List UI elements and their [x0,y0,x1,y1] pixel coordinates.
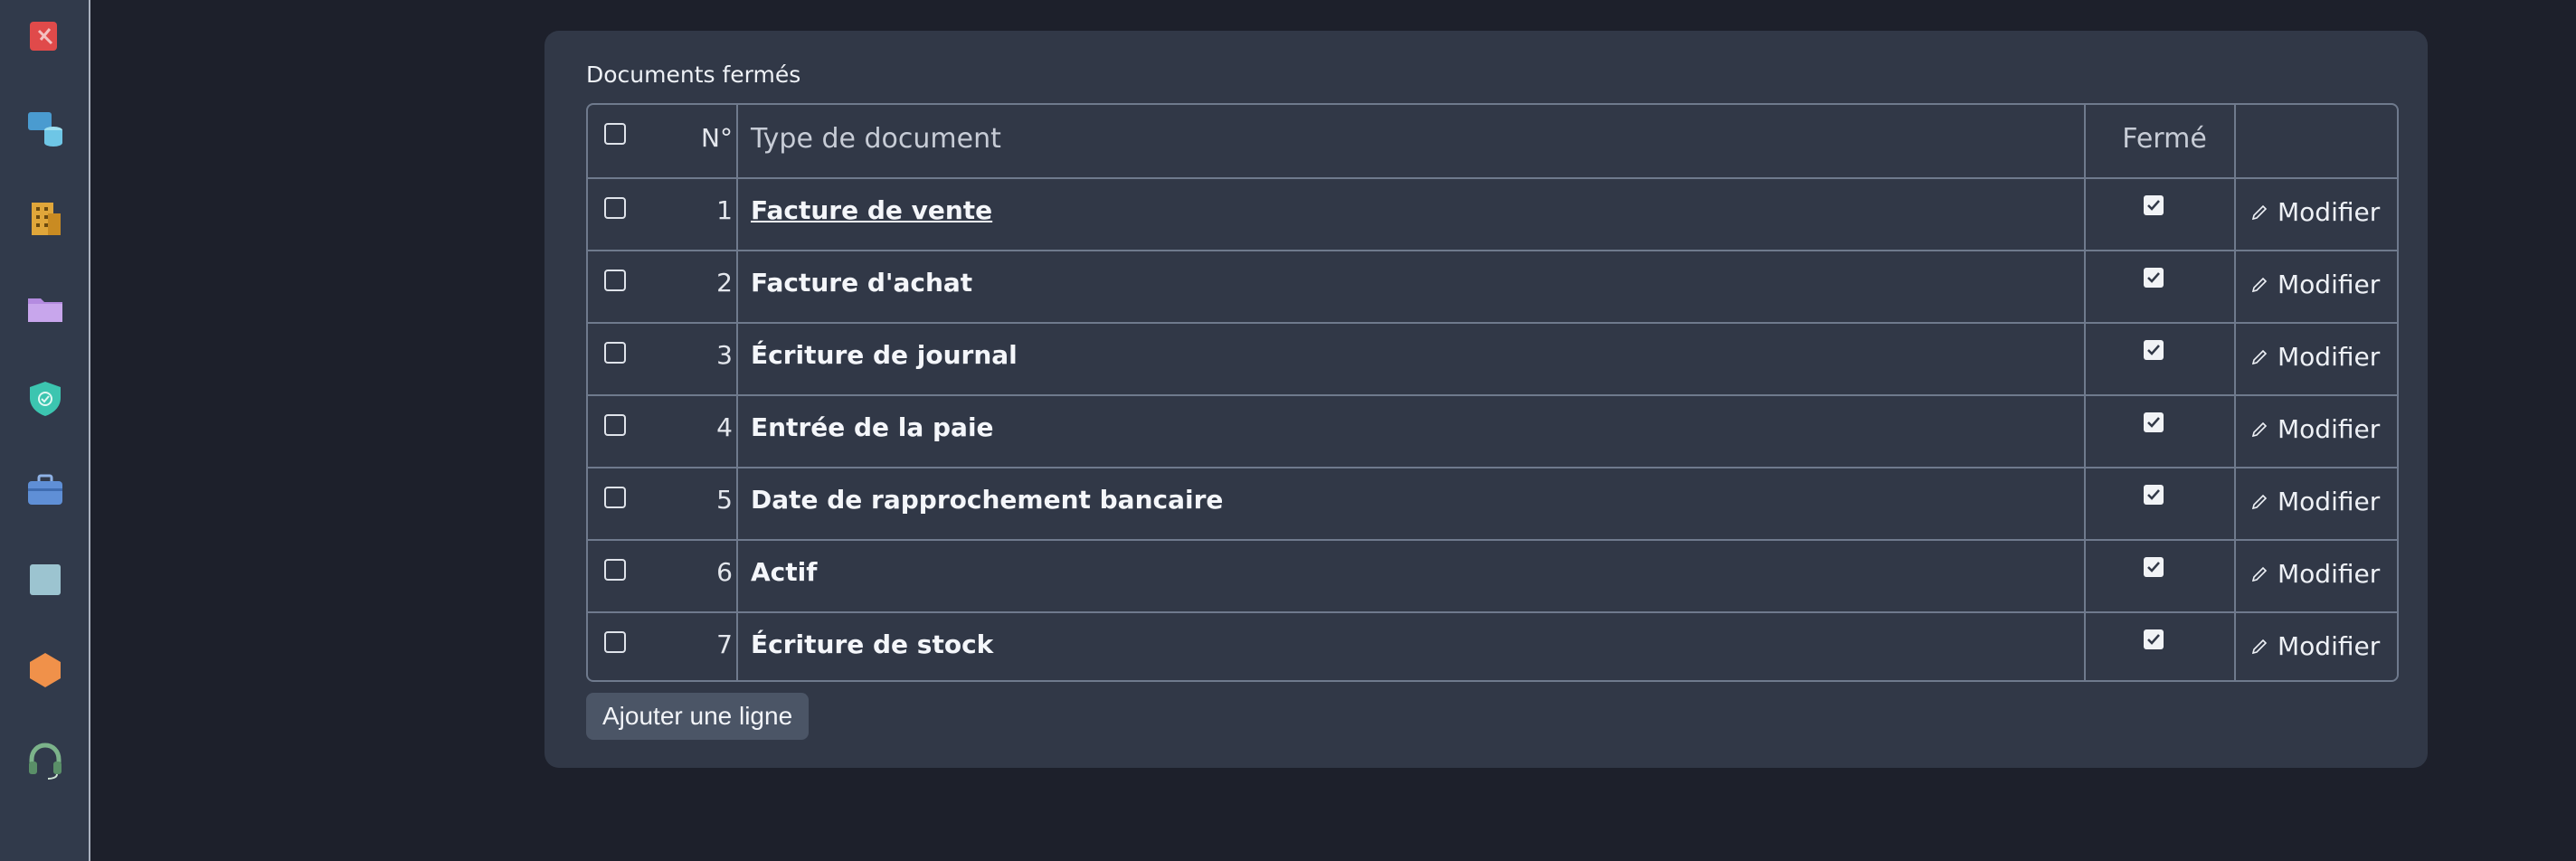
document-type-label: Écriture de journal [751,340,1018,370]
document-type-label: Actif [751,557,818,587]
closed-column-header: Fermé [2122,123,2207,155]
edit-button[interactable]: Modifier [2250,270,2380,299]
closed-checkbox[interactable] [2144,340,2164,360]
row-number: 5 [716,485,733,515]
row-select-checkbox[interactable] [604,414,626,436]
number-column-header: N° [701,123,733,153]
sales-icon[interactable] [24,16,66,58]
panel-title: Documents fermés [586,62,801,88]
sidebar [0,0,90,861]
edit-label: Modifier [2278,342,2381,372]
pencil-icon [2251,494,2268,509]
edit-button[interactable]: Modifier [2250,487,2380,516]
table-row[interactable]: 2 Facture d'achat Modifier [588,250,2397,322]
closed-checkbox[interactable] [2144,557,2164,577]
hexagon-icon[interactable] [24,649,66,691]
pencil-icon [2251,277,2268,292]
closed-checkbox[interactable] [2144,629,2164,649]
row-select-checkbox[interactable] [604,342,626,364]
row-number: 1 [716,195,733,225]
edit-button[interactable]: Modifier [2250,197,2380,227]
row-select-checkbox[interactable] [604,487,626,508]
row-select-checkbox[interactable] [604,559,626,581]
document-type-label: Entrée de la paie [751,412,994,442]
edit-button[interactable]: Modifier [2250,559,2380,589]
document-type-link[interactable]: Facture de vente [751,195,992,225]
row-number: 6 [716,557,733,587]
pencil-icon [2251,421,2268,437]
briefcase-icon[interactable] [24,468,66,510]
building-icon[interactable] [24,197,66,239]
row-number: 7 [716,629,733,659]
edit-label: Modifier [2278,197,2381,227]
table-header: N° Type de document Fermé [588,105,2397,177]
documents-table: N° Type de document Fermé 1 Facture de v… [586,103,2399,682]
type-column-header: Type de document [751,123,1001,155]
square-icon[interactable] [24,559,66,601]
closed-checkbox[interactable] [2144,412,2164,432]
database-icon[interactable] [24,107,66,148]
edit-label: Modifier [2278,414,2381,444]
edit-label: Modifier [2278,487,2381,516]
document-type-label: Écriture de stock [751,629,994,659]
closed-checkbox[interactable] [2144,485,2164,505]
row-number: 3 [716,340,733,370]
shield-icon[interactable] [24,378,66,420]
closed-checkbox[interactable] [2144,195,2164,215]
closed-checkbox[interactable] [2144,268,2164,288]
edit-label: Modifier [2278,270,2381,299]
table-row[interactable]: 6 Actif Modifier [588,539,2397,611]
pencil-icon [2251,566,2268,582]
table-row[interactable]: 4 Entrée de la paie Modifier [588,394,2397,467]
row-select-checkbox[interactable] [604,270,626,291]
row-select-checkbox[interactable] [604,631,626,653]
document-type-label: Facture d'achat [751,268,973,298]
pencil-icon [2251,639,2268,654]
folder-icon[interactable] [24,288,66,329]
row-select-checkbox[interactable] [604,197,626,219]
pencil-icon [2251,204,2268,220]
document-type-label: Date de rapprochement bancaire [751,485,1224,515]
edit-label: Modifier [2278,559,2381,589]
closed-documents-panel: Documents fermés N° Type de document Fer… [545,31,2428,768]
add-row-button[interactable]: Ajouter une ligne [586,693,810,740]
table-row[interactable]: 5 Date de rapprochement bancaire Modifie… [588,467,2397,539]
edit-button[interactable]: Modifier [2250,631,2380,661]
edit-label: Modifier [2278,631,2381,661]
edit-button[interactable]: Modifier [2250,414,2380,444]
headset-icon[interactable] [24,740,66,781]
edit-button[interactable]: Modifier [2250,342,2380,372]
select-all-checkbox[interactable] [604,123,626,145]
table-row[interactable]: 3 Écriture de journal Modifier [588,322,2397,394]
row-number: 4 [716,412,733,442]
pencil-icon [2251,349,2268,364]
table-row[interactable]: 1 Facture de vente Modifier [588,177,2397,250]
row-number: 2 [716,268,733,298]
table-row[interactable]: 7 Écriture de stock Modifier [588,611,2397,680]
